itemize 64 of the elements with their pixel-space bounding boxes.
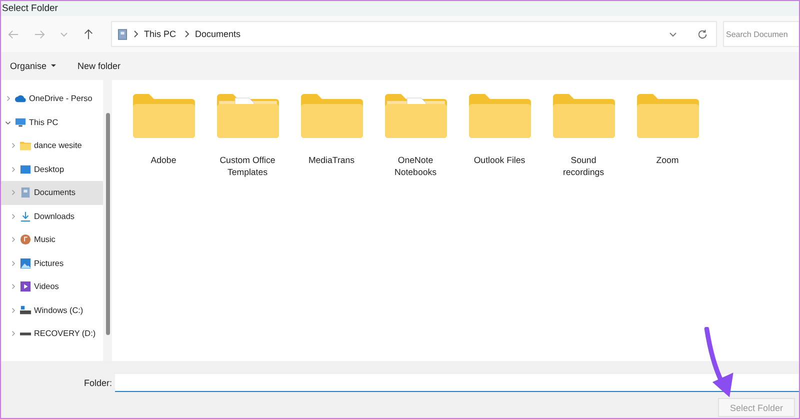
drive-icon	[20, 304, 31, 316]
sidebar-item[interactable]: Videos	[1, 275, 103, 298]
sidebar-item[interactable]: Music	[1, 228, 103, 252]
sidebar-item[interactable]: OneDrive - Perso	[1, 87, 103, 110]
folder-label: Folder:	[82, 378, 113, 388]
chevron-down-icon[interactable]	[5, 118, 11, 126]
breadcrumb-item[interactable]: Documents	[195, 29, 241, 39]
chevron-right-icon[interactable]	[10, 212, 16, 220]
sidebar-item[interactable]: Pictures	[1, 252, 103, 275]
address-bar[interactable]: This PC Documents	[111, 21, 717, 47]
chevron-right-icon[interactable]	[10, 283, 16, 290]
sidebar-item[interactable]: Desktop	[1, 158, 103, 181]
up-arrow-icon[interactable]	[83, 28, 94, 40]
desktop-icon	[20, 164, 31, 175]
folder-icon	[552, 93, 614, 139]
chevron-right-icon[interactable]	[10, 330, 16, 338]
document-icon	[20, 187, 31, 198]
music-icon	[20, 234, 31, 246]
sidebar-item[interactable]: Downloads	[1, 204, 103, 228]
folder-icon	[384, 93, 446, 139]
toolbar-button[interactable]: New folder	[78, 61, 121, 71]
cloud-icon	[15, 93, 26, 104]
folder-icon	[132, 93, 194, 139]
chevron-right-icon[interactable]	[10, 142, 16, 150]
folder-icon	[636, 93, 698, 139]
folder-icon	[300, 93, 362, 139]
sidebar-item[interactable]: RECOVERY (D:)	[1, 322, 103, 346]
chevron-right-icon	[133, 30, 139, 38]
folder-input[interactable]	[115, 374, 799, 392]
sidebar-item[interactable]: This PC	[1, 110, 103, 134]
sidebar-item[interactable]: dance wesite	[1, 134, 103, 158]
download-icon	[20, 210, 31, 222]
chevron-right-icon[interactable]	[10, 189, 16, 196]
video-icon	[20, 281, 31, 292]
sidebar-item[interactable]: Documents	[1, 181, 103, 204]
toolbar-button[interactable]: Organise	[10, 61, 56, 71]
folder-icon	[216, 93, 278, 139]
forward-icon[interactable]	[34, 28, 45, 40]
chevron-right-icon[interactable]	[5, 95, 11, 102]
scrollbar-thumb[interactable]	[106, 113, 110, 335]
folder-item[interactable]: Outlook Files	[460, 93, 539, 166]
breadcrumb-item[interactable]: This PC	[144, 29, 176, 39]
picture-icon	[20, 258, 31, 269]
folder-item[interactable]: OneNote Notebooks	[376, 93, 455, 178]
chevron-down-icon[interactable]	[669, 30, 677, 38]
folder-icon	[20, 140, 31, 152]
folder-item[interactable]: Adobe	[124, 93, 203, 166]
chevron-right-icon	[184, 30, 190, 38]
chevron-right-icon[interactable]	[10, 166, 16, 173]
sidebar-item[interactable]: Windows (C:)	[1, 298, 103, 322]
folder-item[interactable]: MediaTrans	[292, 93, 371, 166]
refresh-icon[interactable]	[697, 28, 708, 40]
document-icon	[118, 28, 127, 40]
chevron-right-icon[interactable]	[10, 306, 16, 314]
chevron-right-icon[interactable]	[10, 260, 16, 267]
folder-icon	[468, 93, 530, 139]
monitor-icon	[15, 116, 26, 128]
chevron-right-icon[interactable]	[10, 236, 16, 244]
search-field[interactable]: Search Documen	[723, 21, 799, 47]
folder-item[interactable]: Zoom	[628, 93, 707, 166]
back-icon[interactable]	[8, 28, 19, 40]
folder-item[interactable]: Custom Office Templates	[208, 93, 287, 178]
window-title: Select Folder	[2, 3, 58, 14]
folder-item[interactable]: Sound recordings	[544, 93, 623, 178]
